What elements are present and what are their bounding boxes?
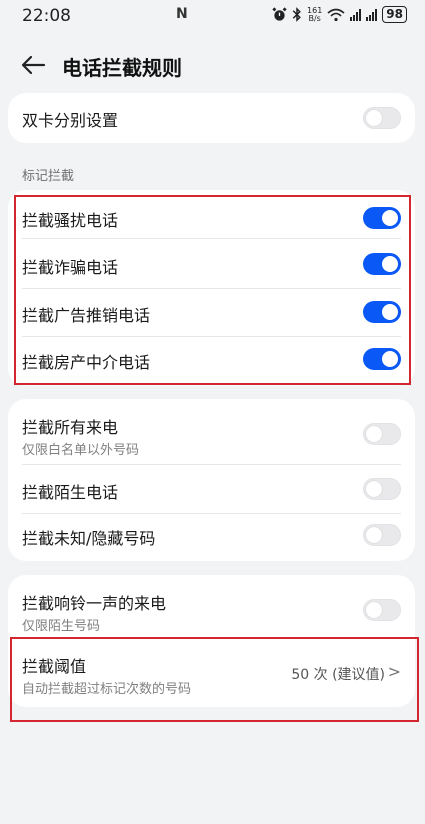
section-title-marked: 标记拦截: [22, 169, 75, 184]
back-arrow-icon[interactable]: [18, 50, 48, 80]
alarm-icon: [272, 7, 287, 21]
block-all-toggle[interactable]: [363, 423, 401, 445]
network-speed: 161 B/s: [307, 6, 322, 23]
block-unknown-label: 拦截未知/隐藏号码: [22, 529, 156, 548]
toggle-knob: [366, 426, 382, 442]
nfc-icon: N: [176, 6, 188, 22]
speed-unit: B/s: [308, 13, 321, 23]
dual-sim-card: 双卡分别设置: [8, 93, 415, 143]
block-all-label: 拦截所有来电: [22, 418, 119, 437]
status-bar: 22:08 N 161 B/s 98: [0, 0, 425, 34]
block-strangers-toggle[interactable]: [363, 478, 401, 500]
highlight-box-threshold: [10, 637, 419, 722]
ring-once-row[interactable]: 拦截响铃一声的来电 仅限陌生号码: [8, 575, 415, 637]
status-icons: 161 B/s 98: [272, 6, 407, 23]
ring-once-label: 拦截响铃一声的来电: [22, 594, 167, 613]
wifi-icon: [327, 8, 345, 21]
status-time: 22:08: [22, 6, 71, 26]
block-strangers-label: 拦截陌生电话: [22, 483, 119, 502]
signal-icon: [350, 8, 362, 21]
dual-sim-row[interactable]: 双卡分别设置: [8, 93, 415, 143]
ring-once-toggle[interactable]: [363, 599, 401, 621]
block-group-card: 拦截所有来电 仅限白名单以外号码 拦截陌生电话 拦截未知/隐藏号码: [8, 399, 415, 561]
block-unknown-toggle[interactable]: [363, 524, 401, 546]
toggle-knob: [366, 481, 382, 497]
block-all-row[interactable]: 拦截所有来电 仅限白名单以外号码: [8, 399, 415, 463]
block-all-sub: 仅限白名单以外号码: [22, 443, 140, 458]
dual-sim-toggle[interactable]: [363, 107, 401, 129]
highlight-box-marked: [14, 195, 411, 385]
block-strangers-row[interactable]: 拦截陌生电话: [8, 464, 415, 513]
header: 电话拦截规则: [0, 44, 425, 88]
toggle-knob: [366, 110, 382, 126]
toggle-knob: [366, 527, 382, 543]
battery-icon: 98: [382, 6, 407, 23]
page-title: 电话拦截规则: [62, 56, 182, 80]
bluetooth-icon: [292, 7, 301, 22]
ring-once-sub: 仅限陌生号码: [22, 619, 101, 634]
dual-sim-label: 双卡分别设置: [22, 111, 119, 130]
block-unknown-row[interactable]: 拦截未知/隐藏号码: [8, 513, 415, 561]
toggle-knob: [366, 602, 382, 618]
signal-icon-2: [366, 8, 378, 21]
